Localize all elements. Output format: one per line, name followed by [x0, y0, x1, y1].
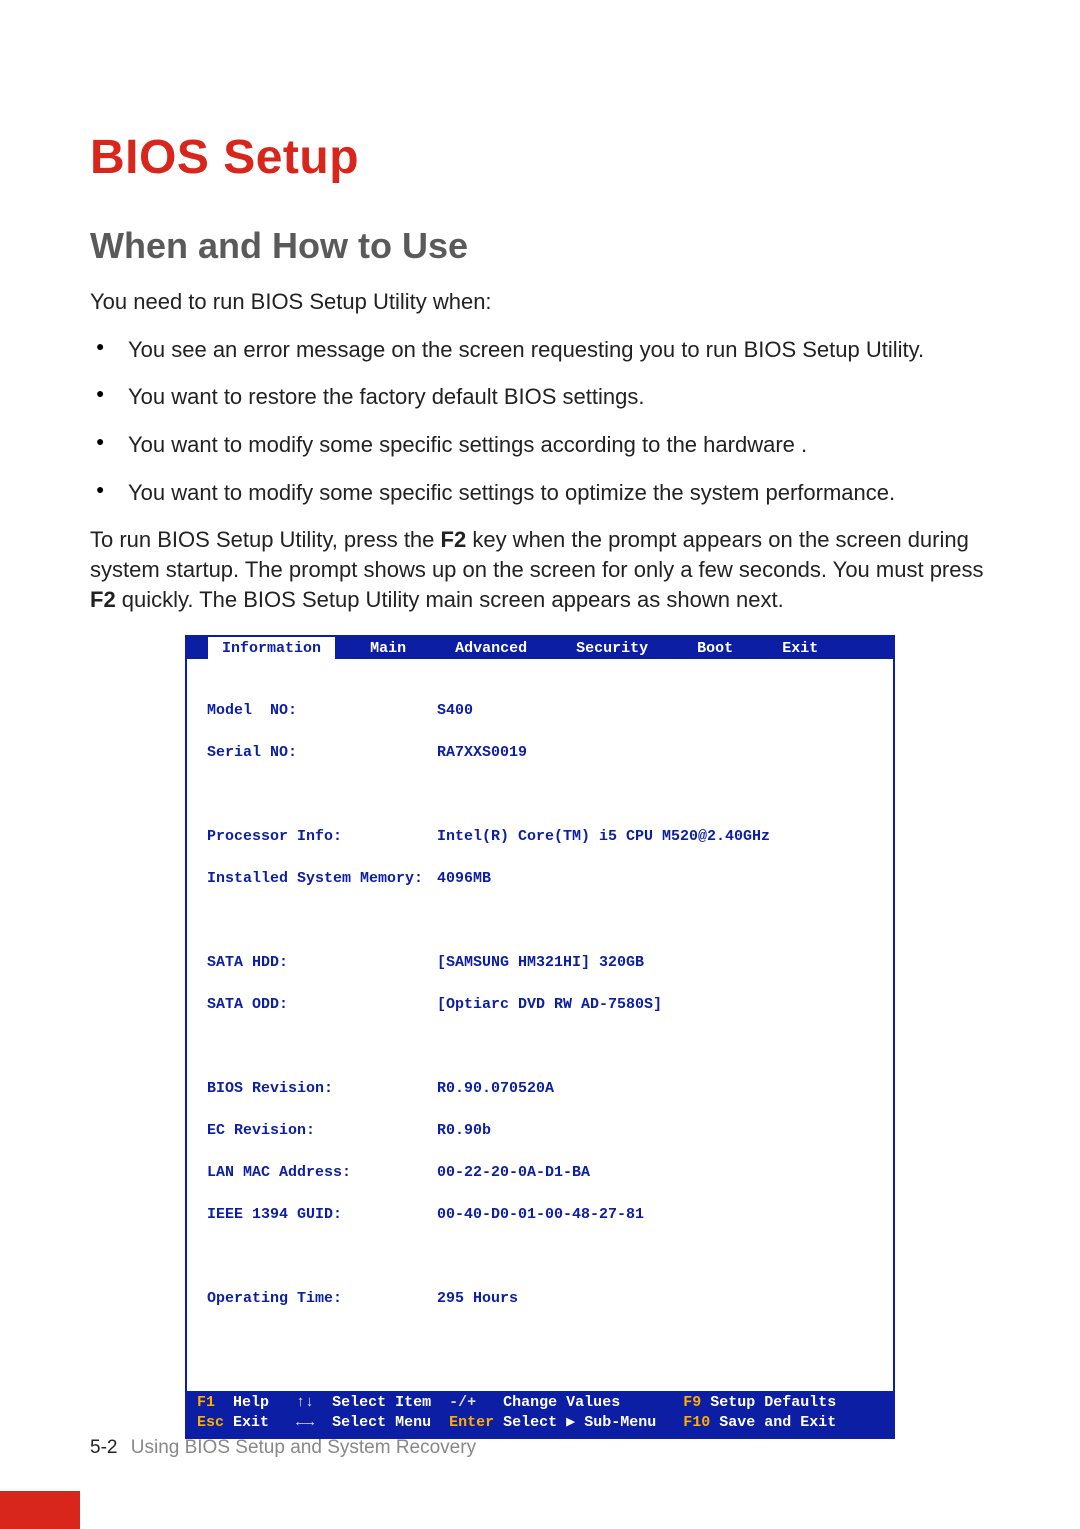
field-value: RA7XXS0019: [437, 742, 527, 763]
field-blank: [207, 910, 437, 931]
field-label: Model NO:: [207, 700, 437, 721]
help-key: F1: [197, 1393, 215, 1413]
gap: [314, 1393, 332, 1413]
page-title: BIOS Setup: [90, 130, 990, 185]
field-label: SATA HDD:: [207, 952, 437, 973]
gap: [269, 1413, 296, 1433]
field-value: [SAMSUNG HM321HI] 320GB: [437, 952, 644, 973]
help-label: Help: [233, 1393, 269, 1413]
field-label: LAN MAC Address:: [207, 1162, 437, 1183]
bios-footer: F1 Help ↑↓ Select Item -/+ Change Values…: [187, 1391, 893, 1438]
tab-spacer: [832, 637, 893, 659]
gap: [656, 1413, 683, 1433]
tab-gap: [747, 637, 768, 659]
plusminus-icon: -/+: [449, 1393, 476, 1413]
change-values-label: Change Values: [503, 1393, 620, 1413]
bios-tabbar: Information Main Advanced Security Boot …: [187, 637, 893, 659]
select-menu-label: Select Menu: [332, 1413, 431, 1433]
tab-gap: [541, 637, 562, 659]
bios-screenshot: Information Main Advanced Security Boot …: [185, 635, 895, 1440]
gap: [269, 1393, 296, 1413]
gap: [494, 1413, 503, 1433]
field-value: 00-40-D0-01-00-48-27-81: [437, 1204, 644, 1225]
run-paragraph: To run BIOS Setup Utility, press the F2 …: [90, 525, 990, 614]
section-heading: When and How to Use: [90, 225, 990, 267]
field-value: 4096MB: [437, 868, 491, 889]
gap: [620, 1393, 683, 1413]
field-value: Intel(R) Core(TM) i5 CPU M520@2.40GHz: [437, 826, 770, 847]
field-label: SATA ODD:: [207, 994, 437, 1015]
gap: [476, 1393, 503, 1413]
tab-gap: [187, 637, 208, 659]
key-f2: F2: [90, 587, 116, 612]
tab-boot[interactable]: Boot: [683, 637, 747, 659]
updown-arrows-icon: ↑↓: [296, 1393, 314, 1413]
intro-paragraph: You need to run BIOS Setup Utility when:: [90, 287, 990, 317]
field-label: IEEE 1394 GUID:: [207, 1204, 437, 1225]
bullet-list: You see an error message on the screen r…: [90, 335, 990, 508]
gap: [431, 1413, 449, 1433]
field-blank: [207, 1036, 437, 1057]
field-value: R0.90b: [437, 1120, 491, 1141]
text: To run BIOS Setup Utility, press the: [90, 527, 441, 552]
tab-gap: [662, 637, 683, 659]
f10-key: F10: [683, 1413, 710, 1433]
field-label: Operating Time:: [207, 1288, 437, 1309]
select-item-label: Select Item: [332, 1393, 431, 1413]
leftright-arrows-icon: ←→: [296, 1413, 314, 1433]
setup-defaults-label: Setup Defaults: [710, 1393, 836, 1413]
gap: [224, 1413, 233, 1433]
gap: [431, 1393, 449, 1413]
gap: [314, 1413, 332, 1433]
chapter-label: Using BIOS Setup and System Recovery: [131, 1437, 476, 1458]
list-item: You see an error message on the screen r…: [90, 335, 990, 365]
tab-advanced[interactable]: Advanced: [441, 637, 541, 659]
bios-body: Model NO:S400 Serial NO:RA7XXS0019 Proce…: [187, 659, 893, 1391]
field-label: BIOS Revision:: [207, 1078, 437, 1099]
select-submenu-label: Select ▶ Sub-Menu: [503, 1413, 656, 1433]
esc-key: Esc: [197, 1413, 224, 1433]
field-label: Installed System Memory:: [207, 868, 437, 889]
enter-key: Enter: [449, 1413, 494, 1433]
list-item: You want to modify some specific setting…: [90, 430, 990, 460]
help-label: [215, 1393, 233, 1413]
field-blank: [207, 1246, 437, 1267]
tab-main[interactable]: Main: [356, 637, 420, 659]
page-number: 5-2: [90, 1437, 117, 1458]
field-value: [Optiarc DVD RW AD-7580S]: [437, 994, 662, 1015]
key-f2: F2: [441, 527, 467, 552]
field-value: R0.90.070520A: [437, 1078, 554, 1099]
exit-label: Exit: [233, 1413, 269, 1433]
field-label: Processor Info:: [207, 826, 437, 847]
field-value: S400: [437, 700, 473, 721]
tab-exit[interactable]: Exit: [768, 637, 832, 659]
field-blank: [207, 784, 437, 805]
list-item: You want to restore the factory default …: [90, 382, 990, 412]
gap: [701, 1393, 710, 1413]
tab-gap: [420, 637, 441, 659]
save-exit-label: Save and Exit: [719, 1413, 836, 1433]
gap: [710, 1413, 719, 1433]
field-value: 00-22-20-0A-D1-BA: [437, 1162, 590, 1183]
field-label: Serial NO:: [207, 742, 437, 763]
page-footer: 5-2 Using BIOS Setup and System Recovery: [90, 1437, 476, 1459]
field-value: 295 Hours: [437, 1288, 518, 1309]
tab-gap: [335, 637, 356, 659]
tab-information[interactable]: Information: [208, 637, 335, 659]
red-accent-bar: [0, 1491, 80, 1529]
f9-key: F9: [683, 1393, 701, 1413]
text: quickly. The BIOS Setup Utility main scr…: [116, 587, 784, 612]
list-item: You want to modify some specific setting…: [90, 478, 990, 508]
field-label: EC Revision:: [207, 1120, 437, 1141]
tab-security[interactable]: Security: [562, 637, 662, 659]
